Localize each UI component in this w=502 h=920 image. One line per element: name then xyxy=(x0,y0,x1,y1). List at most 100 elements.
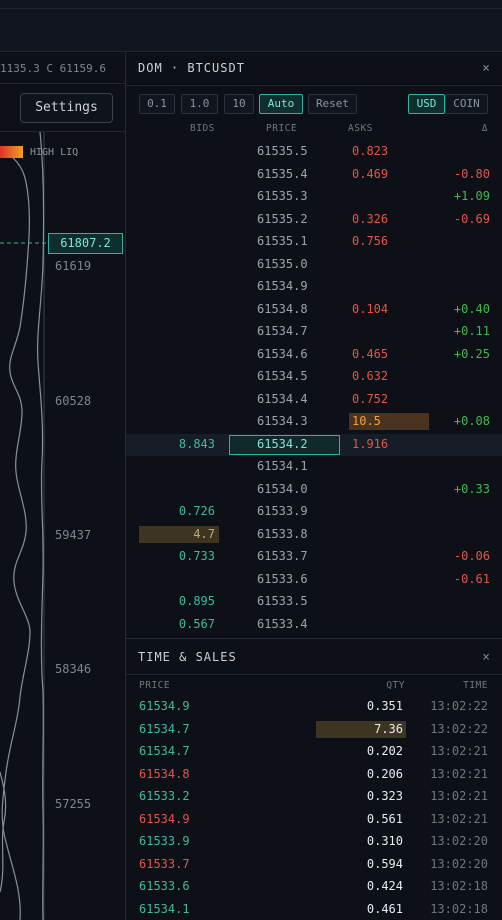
price-level: 61534.9 xyxy=(257,279,308,293)
dom-row[interactable]: 4.7 61533.8 xyxy=(126,524,502,547)
settings-button[interactable]: Settings xyxy=(20,93,113,123)
divider xyxy=(126,85,502,86)
price-header: PRICE xyxy=(266,123,298,134)
dom-row[interactable]: 61535.0 xyxy=(126,254,502,277)
trade-price: 61534.1 xyxy=(139,901,190,916)
dom-row[interactable]: 61535.5 0.823 xyxy=(126,141,502,164)
chart-pane[interactable]: 1135.3 C 61159.6 Settings HIGH LIQ 61807… xyxy=(0,52,126,920)
trade-row: 61533.9 0.310 13:02:20 xyxy=(126,831,502,854)
tick-size-0.1-button[interactable]: 0.1 xyxy=(139,94,175,114)
dom-row[interactable]: 61535.3 +1.09 xyxy=(126,186,502,209)
dom-row[interactable]: 0.895 61533.5 xyxy=(126,591,502,614)
price-level: 61535.3 xyxy=(257,189,308,203)
tick-size-auto-button[interactable]: Auto xyxy=(259,94,303,114)
bid-size: 0.895 xyxy=(178,594,215,608)
trade-qty: 0.594 xyxy=(366,856,403,871)
tick-size-10-button[interactable]: 10 xyxy=(224,94,254,114)
dom-title: DOM · BTCUSDT xyxy=(138,61,245,75)
price-axis-label: 58346 xyxy=(55,662,92,676)
delta-value: -0.69 xyxy=(453,211,490,226)
trade-qty: 0.202 xyxy=(366,744,403,758)
dom-ladder[interactable]: 61535.5 0.823 61535.4 0.469 -0.80 61535.3 +1.0… xyxy=(126,141,502,636)
trade-row: 61533.2 0.323 13:02:21 xyxy=(126,786,502,809)
price-level: 61534.2 xyxy=(257,436,308,451)
dom-row[interactable]: 61534.0 +0.33 xyxy=(126,479,502,502)
trade-time: 13:02:20 xyxy=(430,856,488,871)
trade-price: 61534.9 xyxy=(139,811,190,826)
trades-list: 61534.9 0.351 13:02:22 61534.7 7.36 13:02:22 6… xyxy=(126,696,502,920)
divider xyxy=(126,674,502,675)
tick-size-1.0-button[interactable]: 1.0 xyxy=(181,94,218,114)
trade-qty: 0.323 xyxy=(366,789,403,803)
price-level: 61534.4 xyxy=(257,391,308,406)
dom-row[interactable]: 61534.7 +0.11 xyxy=(126,321,502,344)
trade-qty: 0.351 xyxy=(366,699,403,713)
bid-size: 0.567 xyxy=(178,616,215,631)
delta-header: Δ xyxy=(481,123,488,134)
trade-row: 61533.7 0.594 13:02:20 xyxy=(126,854,502,877)
dom-row[interactable]: 61535.4 0.469 -0.80 xyxy=(126,164,502,187)
dom-row[interactable]: 61534.9 xyxy=(126,276,502,299)
ask-size: 0.632 xyxy=(352,369,389,383)
trade-price: 61534.7 xyxy=(139,721,190,736)
current-price-tag: 61807.2 xyxy=(48,233,123,254)
divider xyxy=(0,83,125,84)
close-icon[interactable]: × xyxy=(482,650,490,665)
trade-price: 61534.7 xyxy=(139,744,190,758)
delta-value: +0.08 xyxy=(453,414,490,428)
unit-usd-button[interactable]: USD xyxy=(408,94,445,114)
time-sales-panel: TIME & SALES × PRICE QTY TIME 61534.9 0.3… xyxy=(126,638,502,920)
high-liquidity-label: HIGH LIQ xyxy=(30,147,79,158)
trade-time: 13:02:18 xyxy=(430,879,488,893)
trade-price: 61533.6 xyxy=(139,879,190,893)
trade-qty: 7.36 xyxy=(374,721,403,736)
dom-row[interactable]: 0.567 61533.4 xyxy=(126,614,502,637)
top-toolbar xyxy=(0,0,502,52)
trade-time: 13:02:21 xyxy=(430,789,488,803)
price-axis-label: 60528 xyxy=(55,394,92,408)
price-level: 61534.0 xyxy=(257,481,308,496)
trade-qty: 0.424 xyxy=(366,879,403,893)
dom-row[interactable]: 61534.8 0.104 +0.40 xyxy=(126,299,502,322)
trade-row: 61534.9 0.561 13:02:21 xyxy=(126,809,502,832)
ts-qty-header: QTY xyxy=(386,680,405,691)
trade-price: 61534.8 xyxy=(139,766,190,781)
trade-row: 61534.9 0.351 13:02:22 xyxy=(126,696,502,719)
bid-size: 0.726 xyxy=(178,504,215,518)
bid-size: 0.733 xyxy=(178,549,215,563)
dom-row[interactable]: 61534.6 0.465 +0.25 xyxy=(126,344,502,367)
dom-row[interactable]: 61533.6 -0.61 xyxy=(126,569,502,592)
price-level: 61535.0 xyxy=(257,256,308,271)
dom-row[interactable]: 61534.4 0.752 xyxy=(126,389,502,412)
ask-size: 0.756 xyxy=(352,234,389,248)
trade-price: 61533.2 xyxy=(139,789,190,803)
dom-row[interactable]: 61535.1 0.756 xyxy=(126,231,502,254)
dom-row[interactable]: 0.733 61533.7 -0.06 xyxy=(126,546,502,569)
dom-row[interactable]: 61534.1 xyxy=(126,456,502,479)
delta-value: -0.61 xyxy=(453,571,490,586)
price-level: 61535.4 xyxy=(257,166,308,181)
liquidity-curve xyxy=(0,149,31,920)
trade-price: 61534.9 xyxy=(139,699,190,713)
trade-qty: 0.206 xyxy=(366,766,403,781)
dom-row[interactable]: 61534.5 0.632 xyxy=(126,366,502,389)
trade-time: 13:02:22 xyxy=(430,699,488,713)
ask-size: 0.469 xyxy=(352,166,389,181)
trade-row: 61534.1 0.461 13:02:18 xyxy=(126,899,502,920)
toolbar-divider xyxy=(0,8,502,9)
unit-coin-button[interactable]: COIN xyxy=(445,94,488,114)
dom-row-current[interactable]: 8.843 61534.2 1.916 xyxy=(126,433,502,456)
dom-row[interactable]: 0.726 61533.9 xyxy=(126,501,502,524)
price-level: 61534.5 xyxy=(257,369,308,383)
price-level: 61535.5 xyxy=(257,144,308,158)
ask-size: 0.823 xyxy=(352,144,389,158)
close-icon[interactable]: × xyxy=(482,61,490,76)
price-axis-label: 57255 xyxy=(55,797,92,811)
reset-button[interactable]: Reset xyxy=(308,94,357,114)
delta-value: +0.40 xyxy=(453,301,490,316)
liquidity-curve-left xyxy=(0,771,7,893)
ohlc-readout: 1135.3 C 61159.6 xyxy=(0,62,106,75)
trade-qty: 0.561 xyxy=(366,811,403,826)
dom-row[interactable]: 61534.3 10.5 +0.08 xyxy=(126,411,502,434)
dom-row[interactable]: 61535.2 0.326 -0.69 xyxy=(126,209,502,232)
